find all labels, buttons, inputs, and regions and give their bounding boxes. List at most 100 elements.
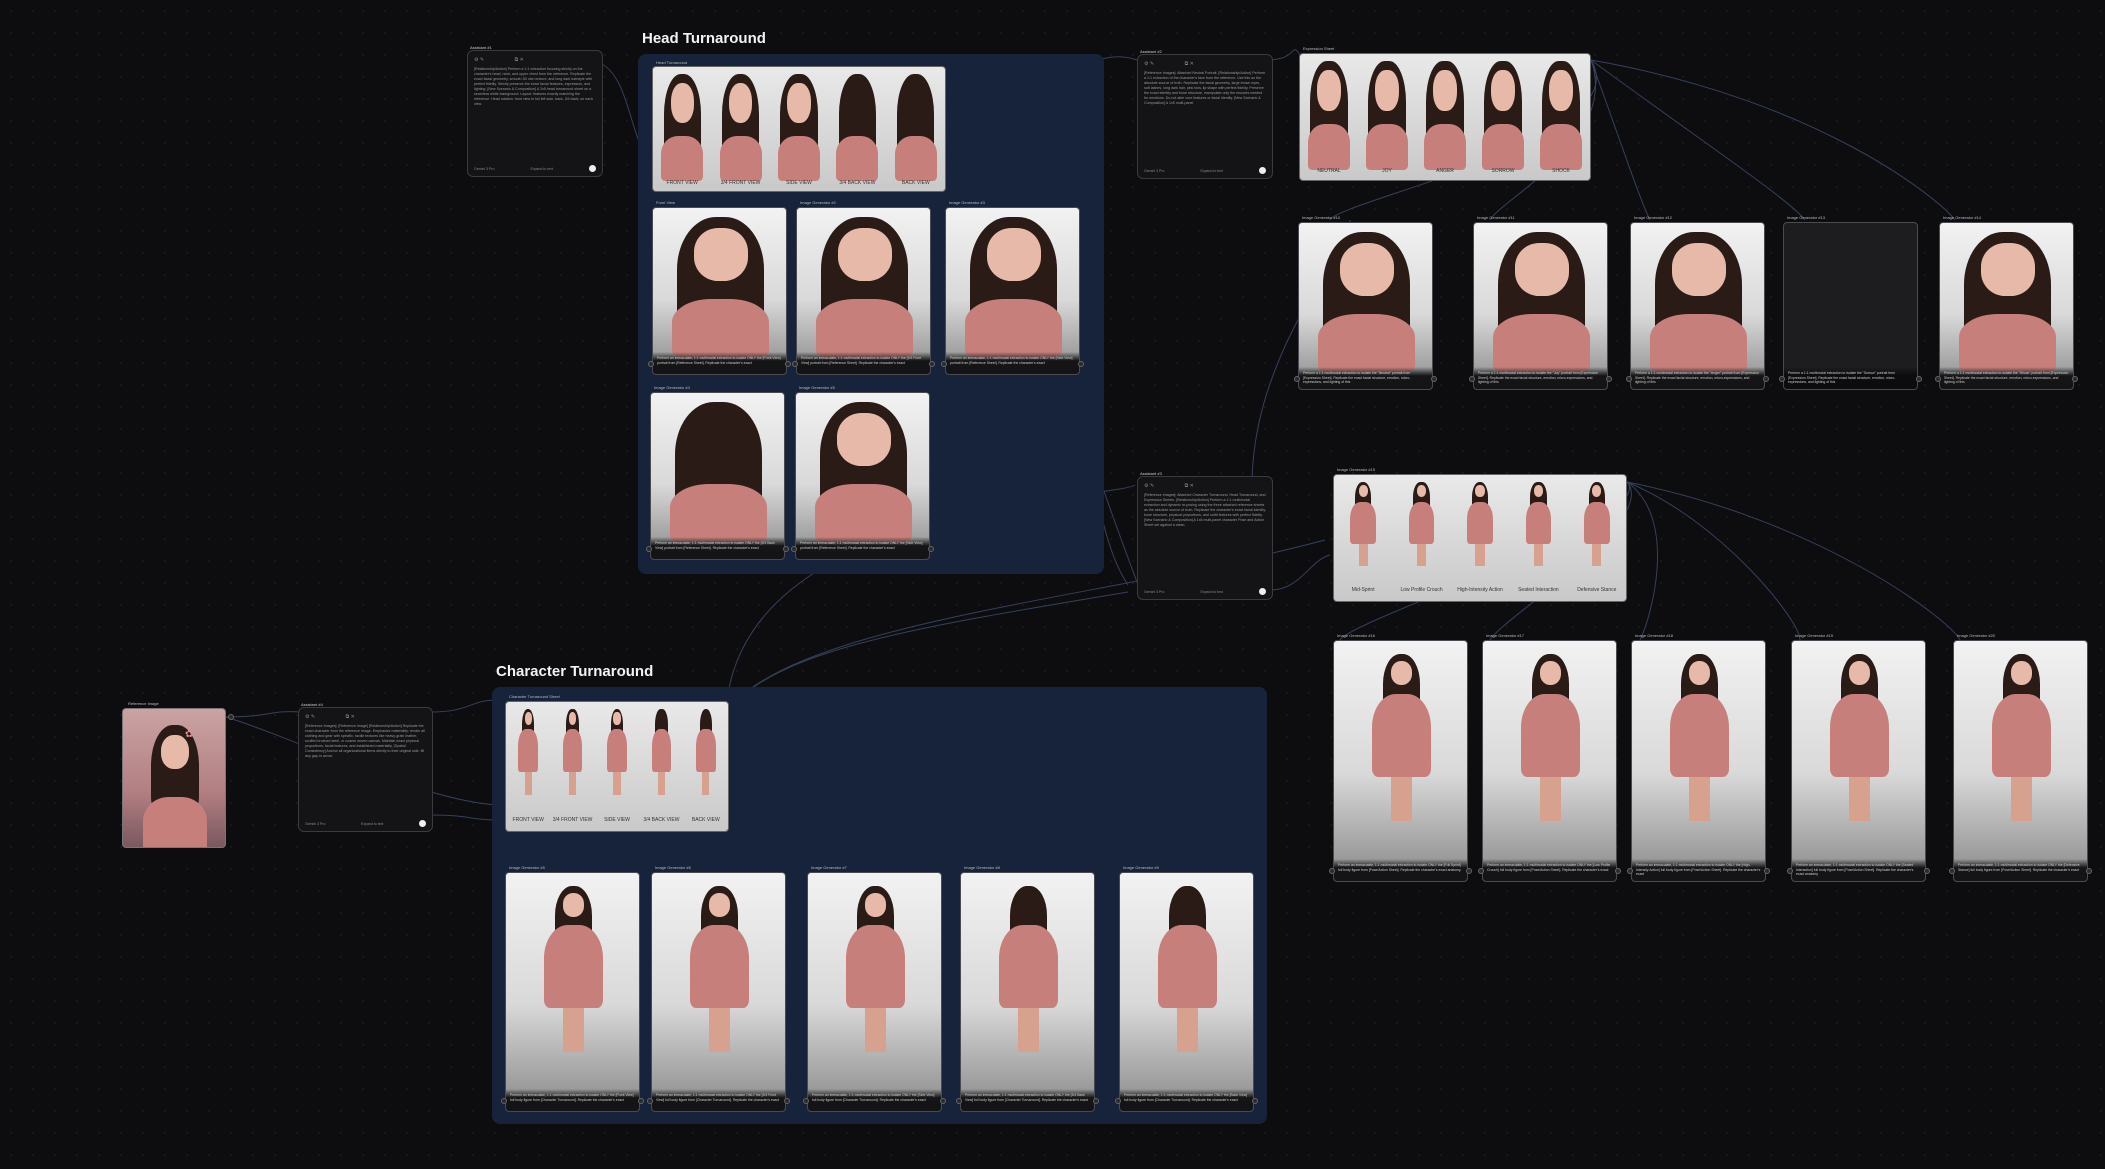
image-generator-card[interactable]: Perform a 1:1 multimodal extraction to i… [1939,222,2074,390]
output-port[interactable] [1078,361,1084,367]
model-select[interactable]: Gemini 3 Pro [474,167,494,171]
input-port[interactable] [1627,868,1633,874]
model-select[interactable]: Gemini 3 Pro [1144,590,1164,594]
input-port[interactable] [803,1098,809,1104]
assistant-node-head[interactable]: Assistant #1 ⚙ ✎ ⧉ ✕ [Relationship/Actio… [467,45,603,177]
image-generator-card[interactable]: Perform a 1:1 multimodal extraction to i… [1473,222,1608,390]
prompt-caption[interactable]: Perform an immaculate, 1:1 multimodal ex… [506,1089,639,1111]
assistant-node-expression[interactable]: Assistant #2 ⚙ ✎ ⧉ ✕ [Reference Images]:… [1137,49,1273,179]
input-port[interactable] [1294,376,1300,382]
input-port[interactable] [648,361,654,367]
prompt-caption[interactable]: Perform a 1:1 multimodal extraction to i… [1940,367,2073,389]
image-generator-card[interactable]: Perform an immaculate, 1:1 multimodal ex… [1631,640,1766,882]
output-port[interactable] [1606,376,1612,382]
input-port[interactable] [501,1098,507,1104]
pose-action-sheet[interactable]: Mid-Sprint Low Profile Crouch High-Intensi… [1333,474,1627,602]
output-port[interactable] [1093,1098,1099,1104]
assistant-node-pose[interactable]: Assistant #3 ⚙ ✎ ⧉ ✕ [Reference Images]:… [1137,471,1273,600]
output-port[interactable] [228,714,234,720]
input-port[interactable] [1935,376,1941,382]
output-port[interactable] [1763,376,1769,382]
output-port[interactable] [1924,868,1930,874]
send-icon[interactable] [1258,167,1266,174]
input-port[interactable] [1949,868,1955,874]
prompt-caption[interactable]: Perform an immaculate, 1:1 multimodal ex… [808,1089,941,1111]
prompt-caption[interactable]: Perform an immaculate, 1:1 multimodal ex… [1120,1089,1253,1111]
input-port[interactable] [647,1098,653,1104]
model-select[interactable]: Gemini 3 Pro [1144,169,1164,173]
output-port[interactable] [2086,868,2092,874]
send-icon[interactable] [588,165,596,172]
image-generator-card[interactable]: Perform an immaculate, 1:1 multimodal ex… [807,872,942,1112]
prompt-caption[interactable]: Perform a 1:1 multimodal extraction to i… [1299,367,1432,389]
input-port[interactable] [956,1098,962,1104]
image-generator-card[interactable]: Perform an immaculate, 1:1 multimodal ex… [795,392,930,560]
input-port[interactable] [792,361,798,367]
image-generator-card[interactable]: Perform an immaculate, 1:1 multimodal ex… [1333,640,1468,882]
send-icon[interactable] [1258,588,1266,595]
output-port[interactable] [784,1098,790,1104]
image-generator-card[interactable]: Perform an immaculate, 1:1 multimodal ex… [1791,640,1926,882]
output-port[interactable] [1916,376,1922,382]
output-port[interactable] [783,546,789,552]
output-port[interactable] [929,361,935,367]
image-generator-card[interactable]: Perform a 1:1 multimodal extraction to i… [1298,222,1433,390]
model-select[interactable]: Gemini 3 Pro [305,822,325,826]
prompt-text[interactable]: [Reference Images]: [Reference Image] [R… [305,724,426,813]
prompt-caption[interactable]: Perform an immaculate, 1:1 multimodal ex… [1792,859,1925,881]
image-generator-card[interactable]: Perform a 1:1 multimodal extraction to i… [1630,222,1765,390]
prompt-caption[interactable]: Perform an immaculate, 1:1 multimodal ex… [1954,859,2087,881]
image-generator-card[interactable]: Perform a 1:1 multimodal extraction to i… [1783,222,1918,390]
send-icon[interactable] [418,820,426,827]
prompt-text[interactable]: [Reference Images]: Attached Neutral Por… [1144,71,1266,160]
head-turnaround-sheet[interactable]: FRONT VIEW 3/4 FRONT VIEW SIDE VIEW 3/4 BAC… [652,66,946,192]
character-turnaround-sheet[interactable]: FRONT VIEW 3/4 FRONT VIEW SIDE VIEW 3/4 BAC… [505,701,729,832]
expand-button[interactable]: Expand to text [361,822,383,826]
output-port[interactable] [1764,868,1770,874]
prompt-caption[interactable]: Perform an immaculate, 1:1 multimodal ex… [653,352,786,374]
image-generator-card[interactable]: Perform an immaculate, 1:1 multimodal ex… [1119,872,1254,1112]
assistant-node-character[interactable]: Assistant #4 ⚙ ✎ ⧉ ✕ [Reference Images]:… [298,702,433,832]
prompt-caption[interactable]: Perform a 1:1 multimodal extraction to i… [1784,367,1917,389]
input-port[interactable] [941,361,947,367]
output-port[interactable] [785,361,791,367]
image-generator-card[interactable]: Perform an immaculate, 1:1 multimodal ex… [651,872,786,1112]
output-port[interactable] [1431,376,1437,382]
prompt-text[interactable]: [Reference Images]: Attached Character T… [1144,493,1266,581]
image-generator-card[interactable]: Perform an immaculate, 1:1 multimodal ex… [945,207,1080,375]
prompt-caption[interactable]: Perform an immaculate, 1:1 multimodal ex… [797,352,930,374]
prompt-text[interactable]: [Relationship/Action] Perform a 1:1 extr… [474,67,596,158]
input-port[interactable] [1787,868,1793,874]
expand-button[interactable]: Expand to text [1201,590,1223,594]
expand-button[interactable]: Expand to text [531,167,553,171]
image-generator-card[interactable]: Perform an immaculate, 1:1 multimodal ex… [505,872,640,1112]
output-port[interactable] [928,546,934,552]
input-port[interactable] [1115,1098,1121,1104]
image-generator-card[interactable]: Perform an immaculate, 1:1 multimodal ex… [1953,640,2088,882]
reference-image[interactable]: ✿ [122,708,226,848]
input-port[interactable] [1469,376,1475,382]
image-generator-card[interactable]: Perform an immaculate, 1:1 multimodal ex… [960,872,1095,1112]
prompt-caption[interactable]: Perform an immaculate, 1:1 multimodal ex… [651,537,784,559]
prompt-caption[interactable]: Perform an immaculate, 1:1 multimodal ex… [652,1089,785,1111]
prompt-caption[interactable]: Perform an immaculate, 1:1 multimodal ex… [946,352,1079,374]
prompt-caption[interactable]: Perform a 1:1 multimodal extraction to i… [1474,367,1607,389]
prompt-caption[interactable]: Perform an immaculate, 1:1 multimodal ex… [1632,859,1765,881]
image-generator-card[interactable]: Perform an immaculate, 1:1 multimodal ex… [650,392,785,560]
image-generator-card[interactable]: Perform an immaculate, 1:1 multimodal ex… [796,207,931,375]
output-port[interactable] [940,1098,946,1104]
output-port[interactable] [1252,1098,1258,1104]
input-port[interactable] [1626,376,1632,382]
prompt-caption[interactable]: Perform an immaculate, 1:1 multimodal ex… [796,537,929,559]
prompt-caption[interactable]: Perform an immaculate, 1:1 multimodal ex… [961,1089,1094,1111]
expand-button[interactable]: Expand to text [1201,169,1223,173]
prompt-caption[interactable]: Perform a 1:1 multimodal extraction to i… [1631,367,1764,389]
input-port[interactable] [1478,868,1484,874]
output-port[interactable] [2072,376,2078,382]
output-port[interactable] [1466,868,1472,874]
output-port[interactable] [638,1098,644,1104]
image-generator-card[interactable]: Perform an immaculate, 1:1 multimodal ex… [1482,640,1617,882]
input-port[interactable] [646,546,652,552]
image-generator-card[interactable]: Perform an immaculate, 1:1 multimodal ex… [652,207,787,375]
input-port[interactable] [791,546,797,552]
